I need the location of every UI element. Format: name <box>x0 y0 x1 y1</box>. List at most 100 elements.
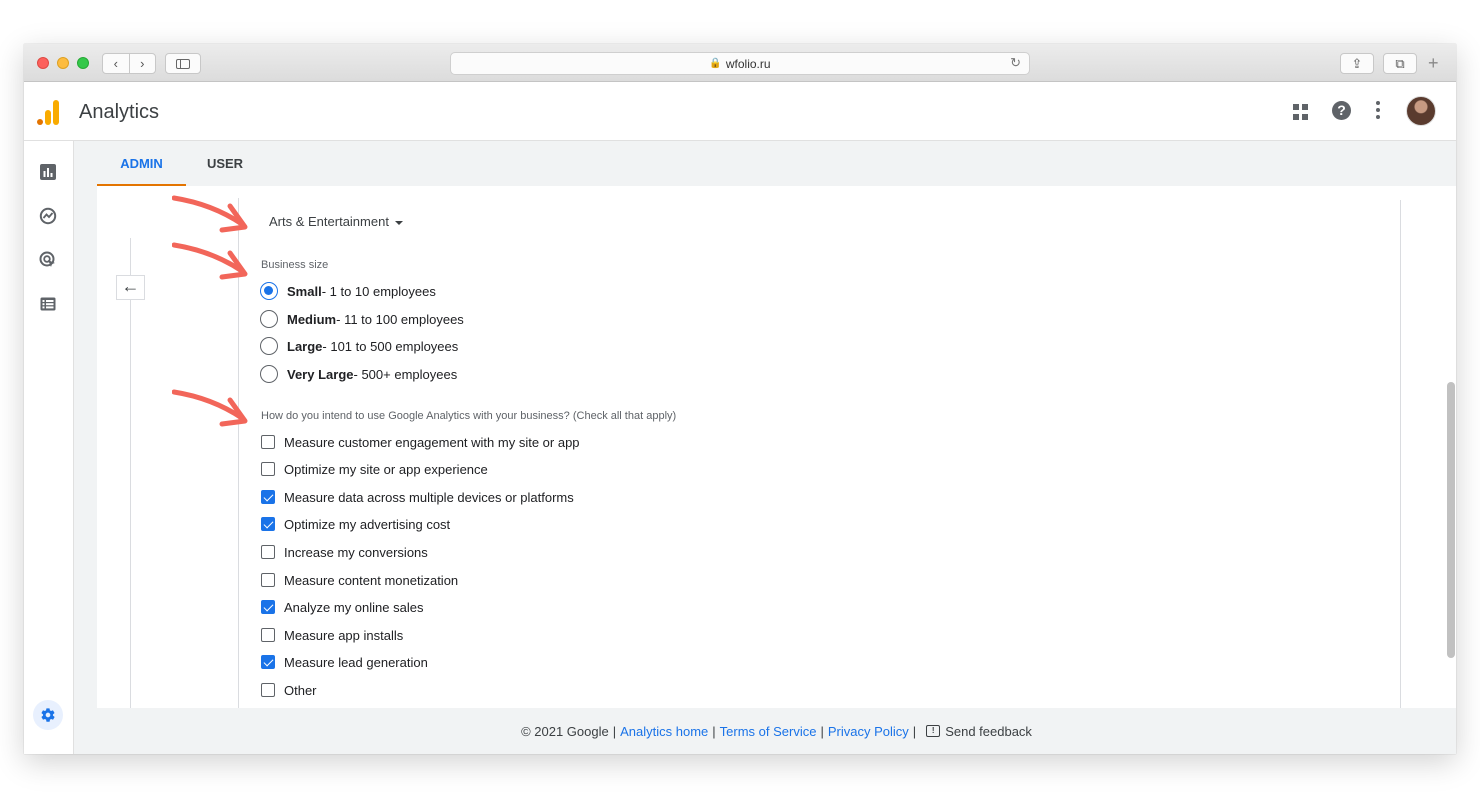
page-footer: © 2021 Google | Analytics home | Terms o… <box>97 708 1456 754</box>
usage-option-label: Measure lead generation <box>284 654 428 670</box>
feedback-icon: ! <box>926 725 941 737</box>
checkbox[interactable] <box>261 545 275 559</box>
reload-icon[interactable]: ↻ <box>1010 55 1021 71</box>
business-size-option[interactable]: Small - 1 to 10 employees <box>260 280 436 302</box>
footer-divider: | <box>820 723 824 739</box>
share-button[interactable]: ⇪ <box>1340 53 1374 74</box>
usage-option[interactable]: Measure content monetization <box>261 570 458 590</box>
analytics-home-link[interactable]: Analytics home <box>620 724 708 739</box>
radio-button[interactable] <box>260 365 278 383</box>
checkbox[interactable] <box>261 655 275 669</box>
back-button[interactable]: ‹ <box>103 54 129 73</box>
checkbox[interactable] <box>261 683 275 697</box>
usage-question-label: How do you intend to use Google Analytic… <box>261 410 677 422</box>
step-divider <box>130 238 131 708</box>
usage-option-label: Measure data across multiple devices or … <box>284 489 574 505</box>
footer-divider: | <box>612 723 617 739</box>
usage-option[interactable]: Measure lead generation <box>261 652 428 672</box>
terms-of-service-link[interactable]: Terms of Service <box>720 724 817 739</box>
analytics-logo-icon[interactable] <box>36 99 60 125</box>
privacy-policy-link[interactable]: Privacy Policy <box>828 724 909 739</box>
usage-option[interactable]: Increase my conversions <box>261 542 428 562</box>
radio-button[interactable] <box>260 282 278 300</box>
more-vert-icon[interactable] <box>1376 101 1380 122</box>
size-detail: - 500+ employees <box>353 366 458 382</box>
usage-option[interactable]: Other <box>261 680 317 700</box>
industry-category-dropdown[interactable]: Arts & Entertainment <box>269 214 403 229</box>
usage-option[interactable]: Measure customer engagement with my site… <box>261 432 580 452</box>
size-name: Small <box>287 283 322 299</box>
tab-user[interactable]: USER <box>195 142 255 186</box>
usage-option[interactable]: Optimize my site or app experience <box>261 459 488 479</box>
industry-category-value: Arts & Entertainment <box>269 214 389 229</box>
usage-option-label: Other <box>284 682 317 698</box>
reports-icon[interactable] <box>39 163 57 181</box>
explore-icon[interactable] <box>39 207 57 225</box>
usage-option-label: Measure app installs <box>284 627 404 643</box>
configure-list-icon[interactable] <box>39 295 57 313</box>
checkbox[interactable] <box>261 573 275 587</box>
usage-option[interactable]: Measure data across multiple devices or … <box>261 487 574 507</box>
right-divider <box>1400 200 1401 708</box>
address-bar[interactable]: 🔒 wfolio.ru ↻ <box>450 52 1030 75</box>
app-title: Analytics <box>79 101 160 123</box>
lock-icon: 🔒 <box>709 58 722 69</box>
checkbox[interactable] <box>261 628 275 642</box>
sidebar-toggle-button[interactable] <box>165 53 201 74</box>
history-nav: ‹ › <box>102 53 156 74</box>
annotation-arrow-icon <box>172 389 248 427</box>
usage-option[interactable]: Optimize my advertising cost <box>261 514 450 534</box>
admin-settings-button[interactable] <box>33 700 63 730</box>
usage-option-label: Measure customer engagement with my site… <box>284 434 580 450</box>
copyright-text: © 2021 Google <box>521 723 609 739</box>
usage-option[interactable]: Analyze my online sales <box>261 597 423 617</box>
sidebar-icon <box>176 58 190 69</box>
radio-button[interactable] <box>260 337 278 355</box>
usage-option-label: Optimize my site or app experience <box>284 461 488 477</box>
left-nav-rail <box>24 141 74 754</box>
checkbox[interactable] <box>261 517 275 531</box>
business-size-option[interactable]: Large - 101 to 500 employees <box>260 335 458 357</box>
usage-option[interactable]: Measure app installs <box>261 625 403 645</box>
new-tab-button[interactable]: + <box>1428 54 1439 72</box>
annotation-arrow-icon <box>172 195 248 233</box>
usage-option-label: Analyze my online sales <box>284 599 424 615</box>
browser-toolbar: ‹ › 🔒 wfolio.ru ↻ ⇪ ⧉ + <box>24 44 1456 82</box>
gear-icon <box>41 708 55 722</box>
checkbox[interactable] <box>261 490 275 504</box>
tab-admin[interactable]: ADMIN <box>97 142 186 186</box>
business-size-option[interactable]: Medium - 11 to 100 employees <box>260 308 464 330</box>
size-detail: - 1 to 10 employees <box>321 283 436 299</box>
help-icon[interactable]: ? <box>1332 101 1351 120</box>
caret-down-icon <box>394 220 403 225</box>
advertising-icon[interactable] <box>39 251 57 269</box>
size-detail: - 11 to 100 employees <box>336 311 464 327</box>
size-name: Very Large <box>287 366 354 382</box>
zoom-window-button[interactable] <box>77 57 89 69</box>
radio-button[interactable] <box>260 310 278 328</box>
checkbox[interactable] <box>261 600 275 614</box>
url-text: wfolio.ru <box>725 56 771 71</box>
usage-option-label: Increase my conversions <box>284 544 428 560</box>
forward-button[interactable]: › <box>128 54 156 73</box>
checkbox[interactable] <box>261 435 275 449</box>
send-feedback-link[interactable]: Send feedback <box>945 724 1032 739</box>
size-name: Large <box>287 338 323 354</box>
avatar[interactable] <box>1406 96 1436 126</box>
share-icon: ⇪ <box>1351 55 1363 71</box>
usage-option-label: Optimize my advertising cost <box>284 516 451 532</box>
close-window-button[interactable] <box>37 57 49 69</box>
minimize-window-button[interactable] <box>57 57 69 69</box>
show-tabs-button[interactable]: ⧉ <box>1383 53 1417 74</box>
tabs-icon: ⧉ <box>1395 55 1405 71</box>
app-header: Analytics ? <box>24 82 1456 141</box>
checkbox[interactable] <box>261 462 275 476</box>
business-size-option[interactable]: Very Large - 500+ employees <box>260 363 457 385</box>
back-arrow-button[interactable]: ← <box>116 275 145 300</box>
footer-divider: | <box>912 723 917 739</box>
business-size-label: Business size <box>261 259 329 271</box>
apps-grid-icon[interactable] <box>1293 104 1309 120</box>
annotation-arrow-icon <box>172 242 248 280</box>
scrollbar[interactable] <box>1447 382 1455 658</box>
footer-divider: | <box>712 723 716 739</box>
